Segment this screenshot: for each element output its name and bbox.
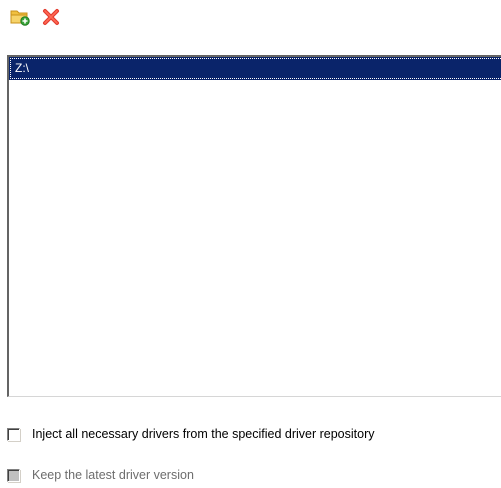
- driver-path-list[interactable]: Z:\: [7, 55, 501, 397]
- inject-drivers-checkbox[interactable]: [7, 427, 20, 441]
- toolbar: [9, 7, 71, 29]
- delete-icon: [42, 8, 60, 29]
- list-item[interactable]: Z:\: [9, 57, 501, 80]
- delete-button[interactable]: [40, 7, 62, 29]
- inject-drivers-option[interactable]: Inject all necessary drivers from the sp…: [7, 427, 375, 441]
- inject-drivers-label: Inject all necessary drivers from the sp…: [32, 427, 375, 441]
- add-folder-button[interactable]: [9, 7, 31, 29]
- keep-latest-checkbox: [7, 468, 20, 482]
- keep-latest-label: Keep the latest driver version: [32, 468, 194, 482]
- add-folder-icon: [10, 8, 30, 29]
- list-item-label: Z:\: [15, 61, 29, 75]
- keep-latest-option: Keep the latest driver version: [7, 468, 194, 482]
